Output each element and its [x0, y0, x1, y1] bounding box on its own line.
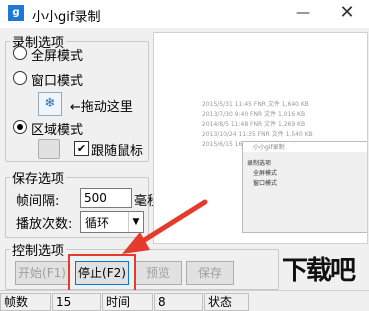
highlight-box	[68, 254, 136, 292]
interval-input[interactable]	[80, 188, 132, 208]
preview-pane: 2015/5/31 11:45 FNR 文件 1,640 KB 2013/7/3…	[153, 32, 368, 244]
start-button[interactable]: 开始(F1)	[15, 261, 69, 285]
chevron-down-icon: ▼	[128, 212, 143, 232]
mini-fullscreen: 全屏模式	[253, 170, 278, 177]
state-label: 状态	[204, 293, 249, 311]
fullscreen-label[interactable]: 全屏模式	[31, 45, 83, 64]
mini-window: 窗口模式	[253, 180, 278, 187]
minimize-button[interactable]: —	[283, 0, 323, 28]
follow-mouse-label[interactable]: 跟随鼠标	[91, 140, 143, 159]
drag-target-icon[interactable]: ❄	[38, 92, 62, 116]
preview-mini-window: 小小gif录制 录制选项 全屏模式 窗口模式	[242, 141, 367, 233]
region-mode-radio[interactable]	[13, 120, 27, 134]
interval-label: 帧间隔:	[16, 194, 60, 209]
play-count-value: 循环	[85, 216, 110, 230]
region-select-button[interactable]	[38, 139, 60, 159]
region-mode-label[interactable]: 区域模式	[31, 119, 83, 138]
drag-hint-label: ←拖动这里	[70, 100, 133, 115]
watermark-text: 下载吧	[282, 256, 356, 286]
app-icon: g	[8, 5, 24, 21]
preview-button[interactable]: 预览(F3)	[134, 261, 182, 302]
close-button[interactable]: ✕	[327, 0, 367, 28]
watermark-logo: 下载吧	[282, 250, 366, 290]
title-bar: g 小小gif录制 — ✕	[0, 0, 369, 28]
preview-row: 2013/10/24 11:35 FNR 文件 1,540 KB	[202, 131, 313, 138]
fullscreen-radio[interactable]	[13, 46, 27, 60]
play-count-select[interactable]: 循环 ▼	[80, 211, 144, 233]
window-mode-radio[interactable]	[13, 71, 27, 85]
status-bar: 帧数 15 时间 8 状态	[0, 290, 369, 311]
frames-value: 15	[52, 293, 101, 311]
save-options-legend: 保存选项	[12, 172, 65, 187]
mini-title: 小小gif录制	[243, 142, 367, 152]
window-mode-label[interactable]: 窗口模式	[31, 70, 83, 89]
preview-row: 2013/7/30 9:40 FNR 文件 1,016 KB	[202, 111, 306, 118]
follow-mouse-checkbox[interactable]: ✔	[74, 141, 89, 156]
control-options-legend: 控制选项	[12, 244, 65, 259]
save-button[interactable]: 保存(F4)	[186, 261, 234, 302]
play-count-label: 播放次数:	[16, 217, 73, 232]
mini-group: 录制选项	[247, 160, 272, 167]
time-value: 8	[154, 293, 203, 311]
time-label: 时间	[102, 293, 153, 311]
preview-row: 2014/8/5 11:48 FNR 文件 1,269 KB	[202, 121, 306, 128]
frames-label: 帧数	[0, 293, 51, 311]
window-title: 小小gif录制	[32, 10, 101, 25]
preview-row: 2015/5/31 11:45 FNR 文件 1,640 KB	[202, 101, 309, 108]
